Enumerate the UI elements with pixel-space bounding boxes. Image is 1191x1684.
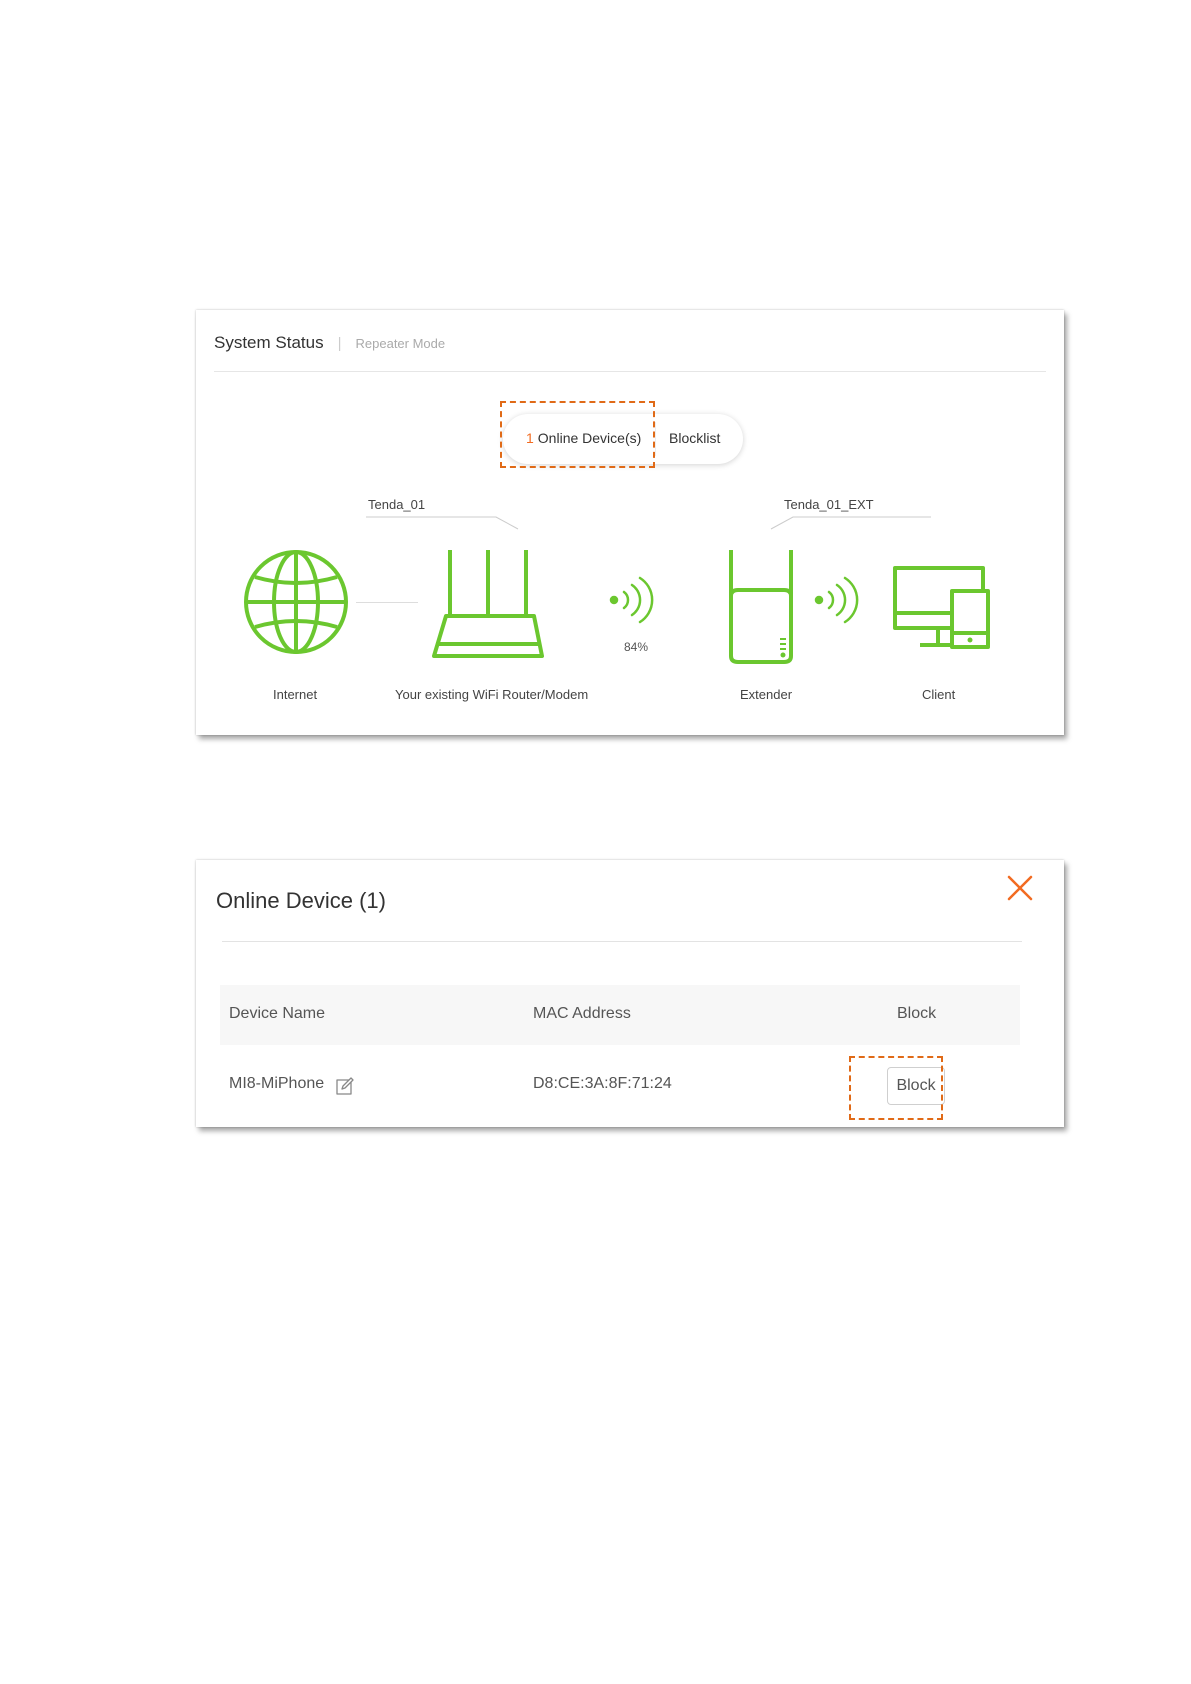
- pill-divider: [655, 422, 656, 456]
- signal-strength: 84%: [624, 640, 649, 654]
- router-icon: [428, 546, 552, 664]
- status-header: System Status | Repeater Mode: [214, 330, 445, 356]
- column-header-mac-address: MAC Address: [533, 1005, 631, 1022]
- globe-icon: [241, 547, 351, 657]
- highlight-online-devices: [500, 401, 655, 468]
- extender-ssid: Tenda_01_EXT: [784, 497, 874, 512]
- dialog-title: Online Device (1): [216, 888, 386, 913]
- device-name: MI8-MiPhone: [229, 1075, 325, 1092]
- router-ssid: Tenda_01: [368, 497, 426, 512]
- dialog-divider: [222, 941, 1022, 942]
- extender-label: Extender: [740, 687, 793, 702]
- column-header-device-name: Device Name: [229, 1005, 326, 1022]
- wifi-signal-icon: [608, 576, 658, 626]
- router-ssid-leader: [366, 516, 519, 530]
- client-device-icon: [892, 565, 994, 651]
- close-icon[interactable]: [1006, 874, 1034, 902]
- header-divider: [214, 371, 1046, 372]
- mac-address: D8:CE:3A:8F:71:24: [533, 1075, 672, 1092]
- online-device-dialog: Online Device (1) Device Name MAC Addres…: [196, 860, 1064, 1127]
- router-label: Your existing WiFi Router/Modem: [395, 687, 589, 702]
- title-separator: |: [337, 334, 342, 352]
- client-label: Client: [922, 687, 956, 702]
- system-status-panel: System Status | Repeater Mode 1 Online De…: [196, 310, 1064, 735]
- extender-ssid-leader: [770, 516, 931, 530]
- mode-label: Repeater Mode: [355, 335, 446, 351]
- table-header: Device Name MAC Address Block: [220, 985, 1020, 1045]
- blocklist-button[interactable]: Blocklist: [669, 430, 720, 446]
- page-title: System Status: [214, 333, 324, 352]
- wifi-signal-icon: [813, 576, 863, 626]
- column-header-block: Block: [897, 1005, 937, 1022]
- internet-label: Internet: [273, 687, 318, 702]
- edit-icon[interactable]: [336, 1077, 354, 1095]
- highlight-block-button: [849, 1056, 943, 1120]
- extender-icon: [726, 546, 796, 666]
- internet-router-link: [356, 602, 418, 603]
